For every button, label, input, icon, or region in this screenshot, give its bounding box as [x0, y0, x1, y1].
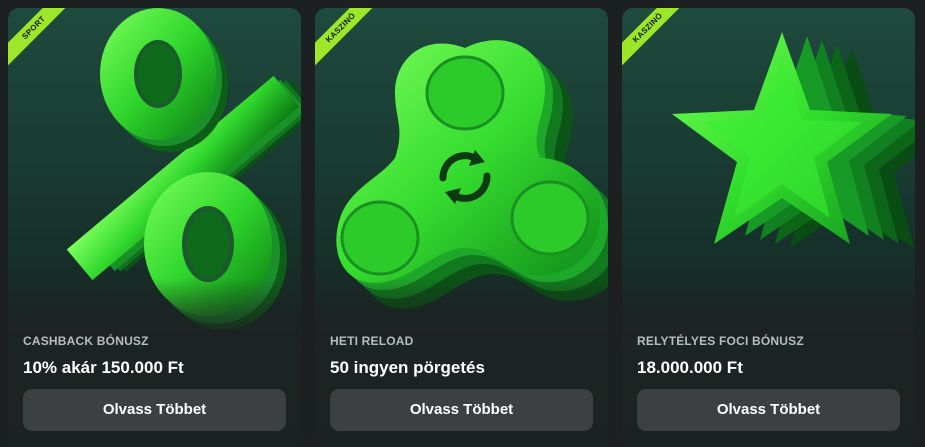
promo-category: CASHBACK BÓNUSZ	[23, 334, 149, 348]
promo-headline: 18.000.000 Ft	[637, 358, 743, 377]
promo-headline: 50 ingyen pörgetés	[330, 358, 485, 377]
promo-card-mystery-football[interactable]: KASZINÓ RELYTÉLYES FOCI BÓNUSZ 18.000.00…	[622, 8, 915, 447]
promo-headline: 10% akár 150.000 Ft	[23, 358, 184, 377]
promo-category: RELYTÉLYES FOCI BÓNUSZ	[637, 334, 804, 348]
read-more-button[interactable]: Olvass Többet	[23, 389, 286, 431]
promo-card-cashback[interactable]: SPORT CASHBACK BÓNUSZ 10% akár 150.000 F…	[8, 8, 301, 447]
percent-icon	[8, 8, 301, 338]
promo-card-weekly-reload[interactable]: KASZINÓ HETI RELOAD 50 ingyen pörgetés O…	[315, 8, 608, 447]
star-icon	[622, 8, 915, 338]
read-more-button[interactable]: Olvass Többet	[637, 389, 900, 431]
fidget-spinner-icon	[315, 8, 608, 338]
promo-category: HETI RELOAD	[330, 334, 414, 348]
read-more-button[interactable]: Olvass Többet	[330, 389, 593, 431]
